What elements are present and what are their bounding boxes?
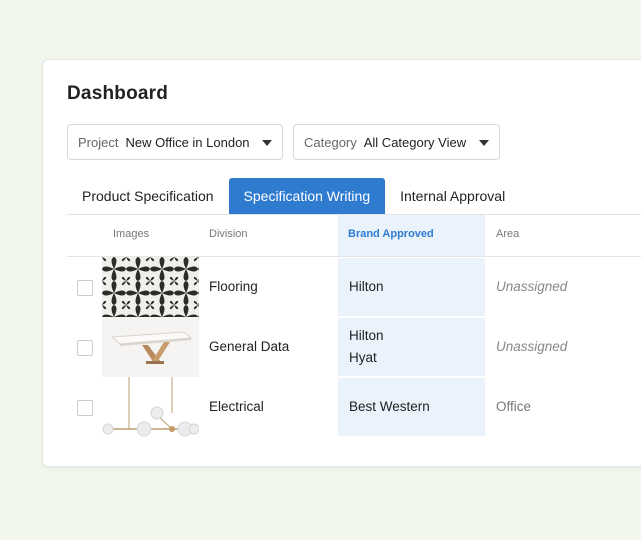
division-cell: General Data	[209, 339, 290, 354]
project-select-label: Project	[78, 134, 119, 150]
division-cell: Flooring	[209, 279, 258, 294]
tab-specification-writing[interactable]: Specification Writing	[228, 178, 386, 214]
column-header-images: Images	[113, 228, 150, 240]
category-select-value: All Category View	[363, 134, 467, 150]
division-cell: Electrical	[209, 399, 264, 414]
brand-name: Hyat	[349, 350, 377, 365]
tab-internal-approval[interactable]: Internal Approval	[385, 178, 520, 214]
chandelier-image	[102, 377, 199, 437]
divider	[338, 376, 485, 378]
page-title: Dashboard	[67, 83, 169, 104]
column-header-area[interactable]: Area	[496, 228, 519, 240]
row-checkbox[interactable]	[77, 340, 93, 356]
brand-cell: Hilton Hyat	[349, 325, 384, 369]
row-checkbox[interactable]	[77, 400, 93, 416]
tab-product-specification[interactable]: Product Specification	[67, 178, 229, 214]
area-cell: Unassigned	[496, 279, 568, 294]
area-cell: Office	[496, 399, 532, 414]
project-select-value: New Office in London	[125, 134, 250, 150]
brand-name: Hilton	[349, 328, 384, 343]
row-checkbox[interactable]	[77, 280, 93, 296]
column-header-brand-approved[interactable]: Brand Approved	[348, 228, 434, 240]
table-image	[102, 317, 199, 377]
brand-cell: Hilton	[349, 279, 384, 294]
chevron-down-icon	[262, 140, 272, 146]
dashboard-card: Dashboard Project New Office in London C…	[42, 59, 641, 467]
category-select[interactable]: Category All Category View	[293, 124, 500, 160]
category-select-label: Category	[304, 134, 357, 150]
column-header-division[interactable]: Division	[209, 228, 248, 240]
project-select[interactable]: Project New Office in London	[67, 124, 283, 160]
tile-pattern-image	[102, 257, 199, 317]
chevron-down-icon	[479, 140, 489, 146]
tab-bar: Product Specification Specification Writ…	[67, 178, 520, 214]
area-cell: Unassigned	[496, 339, 568, 354]
divider	[338, 316, 485, 318]
brand-cell: Best Western	[349, 399, 430, 414]
